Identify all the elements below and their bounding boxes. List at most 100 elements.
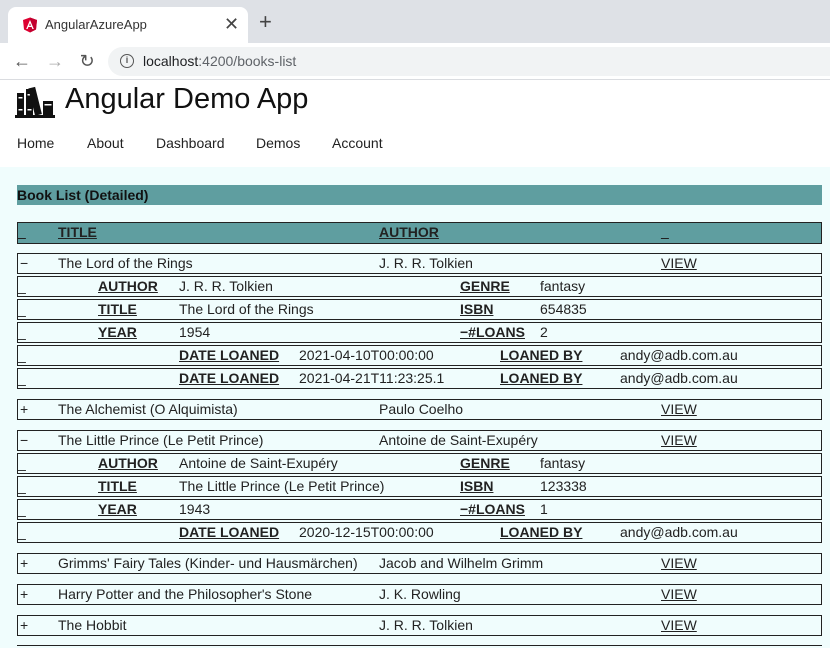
books-logo-icon [15, 86, 55, 118]
expand-toggle[interactable]: + [20, 616, 28, 635]
tab-title: AngularAzureApp [45, 17, 147, 32]
book-row[interactable]: + The Hobbit J. R. R. Tolkien VIEW [17, 615, 822, 636]
book-author: J. R. R. Tolkien [379, 255, 473, 271]
loan-row: _ DATE LOANED 2020-12-15T00:00:00 LOANED… [17, 522, 822, 543]
label-isbn: ISBN [460, 301, 494, 317]
label-date-loaned: DATE LOANED [179, 370, 280, 386]
label-date-loaned: DATE LOANED [179, 524, 280, 540]
nav-home[interactable]: Home [17, 135, 54, 151]
nav-dashboard[interactable]: Dashboard [156, 135, 225, 151]
detail-isbn: 654835 [540, 301, 587, 317]
label-loaned-by: LOANED BY [500, 370, 583, 386]
book-title: The Alchemist (O Alquimista) [58, 401, 238, 417]
view-link[interactable]: VIEW [661, 431, 697, 450]
detail-title: The Little Prince (Le Petit Prince) [179, 478, 385, 494]
book-title: The Hobbit [58, 617, 127, 633]
detail-loans: 2 [540, 324, 548, 340]
expand-toggle[interactable]: + [20, 585, 28, 604]
label-year: YEAR [98, 324, 137, 340]
label-title: TITLE [98, 301, 137, 317]
label-author: AUTHOR [98, 455, 158, 471]
book-title: The Little Prince (Le Petit Prince) [58, 432, 264, 448]
book-author: J. K. Rowling [379, 586, 461, 602]
detail-marker: _ [18, 524, 26, 540]
close-icon[interactable]: ✕ [224, 14, 239, 34]
label-loaned-by: LOANED BY [500, 347, 583, 363]
expand-toggle[interactable]: + [20, 400, 28, 419]
book-row[interactable]: + Harry Potter and the Philosopher's Sto… [17, 584, 822, 605]
forward-arrow-icon[interactable]: → [43, 49, 67, 73]
view-link[interactable]: VIEW [661, 616, 697, 635]
book-author: Antoine de Saint-Exupéry [379, 432, 538, 448]
address-bar[interactable]: i localhost:4200/books-list [108, 47, 830, 76]
label-loaned-by: LOANED BY [500, 524, 583, 540]
angular-icon [23, 17, 37, 33]
loaned-by: andy@adb.com.au [620, 347, 738, 363]
detail-genre: fantasy [540, 278, 586, 294]
book-author: Paulo Coelho [379, 401, 464, 417]
detail-row: _ YEAR 1943 −#LOANS 1 [17, 499, 822, 520]
label-isbn: ISBN [460, 478, 494, 494]
label-genre: GENRE [460, 278, 510, 294]
detail-marker: _ [18, 370, 26, 386]
detail-marker: _ [18, 501, 26, 517]
view-link[interactable]: VIEW [661, 400, 697, 419]
detail-row: _ AUTHOR Antoine de Saint-Exupéry GENRE … [17, 453, 822, 474]
collapse-toggle[interactable]: − [20, 254, 28, 273]
back-arrow-icon[interactable]: ← [10, 49, 34, 73]
detail-isbn: 123338 [540, 478, 587, 494]
page: Angular Demo App Home About Dashboard De… [0, 81, 830, 648]
detail-author: J. R. R. Tolkien [179, 278, 273, 294]
loan-date: 2020-12-15T00:00:00 [299, 524, 434, 540]
book-author: J. R. R. Tolkien [379, 617, 473, 633]
table-header: _ TITLE AUTHOR _ [17, 222, 822, 244]
detail-marker: _ [18, 347, 26, 363]
book-row[interactable]: + Grimms' Fairy Tales (Kinder- und Hausm… [17, 553, 822, 574]
detail-marker: _ [18, 478, 26, 494]
detail-title: The Lord of the Rings [179, 301, 314, 317]
detail-author: Antoine de Saint-Exupéry [179, 455, 338, 471]
header-action: _ [661, 224, 669, 240]
book-row[interactable]: − The Little Prince (Le Petit Prince) An… [17, 430, 822, 451]
section-title: Book List (Detailed) [17, 185, 822, 205]
detail-loans: 1 [540, 501, 548, 517]
nav-demos[interactable]: Demos [256, 135, 300, 151]
header-author[interactable]: AUTHOR [379, 223, 439, 242]
info-icon[interactable]: i [120, 54, 134, 68]
app-title: Angular Demo App [65, 83, 309, 115]
detail-year: 1954 [179, 324, 211, 340]
detail-marker: _ [18, 455, 26, 471]
loaned-by: andy@adb.com.au [620, 370, 738, 386]
detail-year: 1943 [179, 501, 211, 517]
detail-marker: _ [18, 301, 26, 317]
view-link[interactable]: VIEW [661, 554, 697, 573]
new-tab-icon[interactable]: + [259, 11, 272, 33]
header-title[interactable]: TITLE [58, 223, 97, 242]
loan-date: 2021-04-10T00:00:00 [299, 347, 434, 363]
label-genre: GENRE [460, 455, 510, 471]
detail-row: _ YEAR 1954 −#LOANS 2 [17, 322, 822, 343]
url-text: localhost:4200/books-list [143, 53, 297, 69]
view-link[interactable]: VIEW [661, 254, 697, 273]
browser-tab[interactable]: AngularAzureApp ✕ [8, 7, 248, 43]
expand-toggle[interactable]: + [20, 554, 28, 573]
view-link[interactable]: VIEW [661, 585, 697, 604]
collapse-toggle[interactable]: − [20, 431, 28, 450]
detail-marker: _ [18, 324, 26, 340]
reload-icon[interactable]: ↻ [75, 49, 99, 73]
label-date-loaned: DATE LOANED [179, 347, 280, 363]
detail-row: _ AUTHOR J. R. R. Tolkien GENRE fantasy [17, 276, 822, 297]
loans-toggle[interactable]: −#LOANS [460, 500, 525, 519]
book-title: The Lord of the Rings [58, 255, 193, 271]
nav-about[interactable]: About [87, 135, 124, 151]
loans-toggle[interactable]: −#LOANS [460, 323, 525, 342]
detail-row: _ TITLE The Lord of the Rings ISBN 65483… [17, 299, 822, 320]
label-year: YEAR [98, 501, 137, 517]
detail-marker: _ [18, 278, 26, 294]
book-row[interactable]: − The Lord of the Rings J. R. R. Tolkien… [17, 253, 822, 274]
book-row[interactable]: + The Alchemist (O Alquimista) Paulo Coe… [17, 399, 822, 420]
loaned-by: andy@adb.com.au [620, 524, 738, 540]
nav-account[interactable]: Account [332, 135, 383, 151]
book-author: Jacob and Wilhelm Grimm [379, 555, 544, 571]
detail-row: _ TITLE The Little Prince (Le Petit Prin… [17, 476, 822, 497]
